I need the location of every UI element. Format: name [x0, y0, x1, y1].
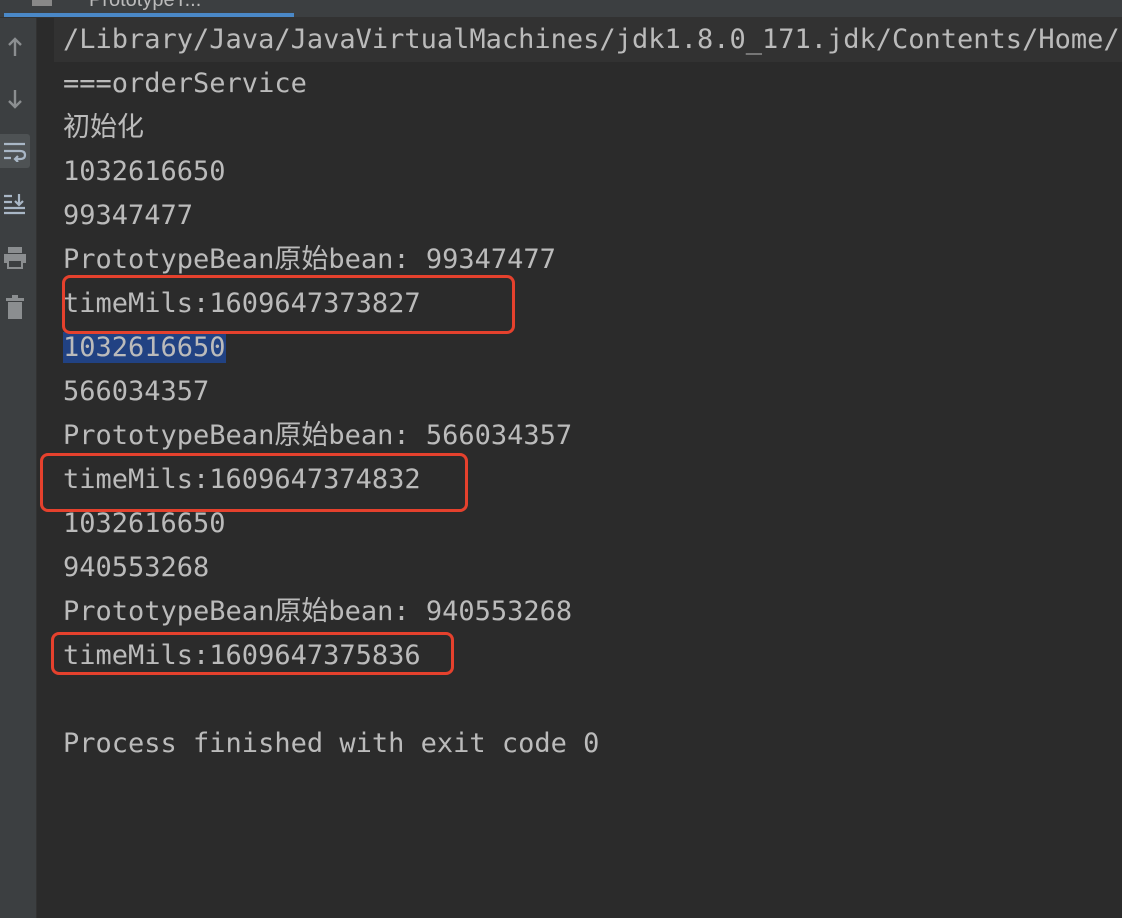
- output-line: 566034357: [63, 376, 210, 407]
- console-toolbar: [0, 18, 37, 918]
- run-config-icon: [32, 0, 52, 6]
- console-output[interactable]: /Library/Java/JavaVirtualMachines/jdk1.8…: [40, 18, 1122, 918]
- run-tab[interactable]: PrototypeT...: [4, 0, 294, 17]
- output-line: 初始化: [63, 112, 144, 143]
- soft-wrap-icon[interactable]: [0, 134, 30, 168]
- exit-status-line: Process finished with exit code 0: [63, 728, 600, 759]
- highlight-box: [62, 275, 515, 334]
- print-icon[interactable]: [0, 240, 30, 274]
- tab-bar: PrototypeT...: [0, 0, 1122, 18]
- output-line: PrototypeBean原始bean: 566034357: [63, 420, 573, 451]
- highlight-box: [51, 632, 454, 675]
- output-line: 99347477: [63, 200, 194, 231]
- arrow-up-icon[interactable]: [0, 30, 30, 64]
- arrow-down-icon[interactable]: [0, 82, 30, 116]
- command-line: /Library/Java/JavaVirtualMachines/jdk1.8…: [63, 24, 1122, 55]
- output-line: ===orderService: [63, 68, 307, 99]
- trash-icon[interactable]: [0, 290, 30, 324]
- selected-text: 1032616650: [63, 332, 226, 363]
- run-tab-label: PrototypeT...: [89, 0, 202, 11]
- active-tab-indicator: [4, 13, 294, 17]
- highlight-box: [40, 453, 468, 512]
- output-line: 940553268: [63, 552, 210, 583]
- scroll-to-end-icon[interactable]: [0, 186, 30, 220]
- output-line: PrototypeBean原始bean: 940553268: [63, 596, 573, 627]
- output-line: 1032616650: [63, 156, 226, 187]
